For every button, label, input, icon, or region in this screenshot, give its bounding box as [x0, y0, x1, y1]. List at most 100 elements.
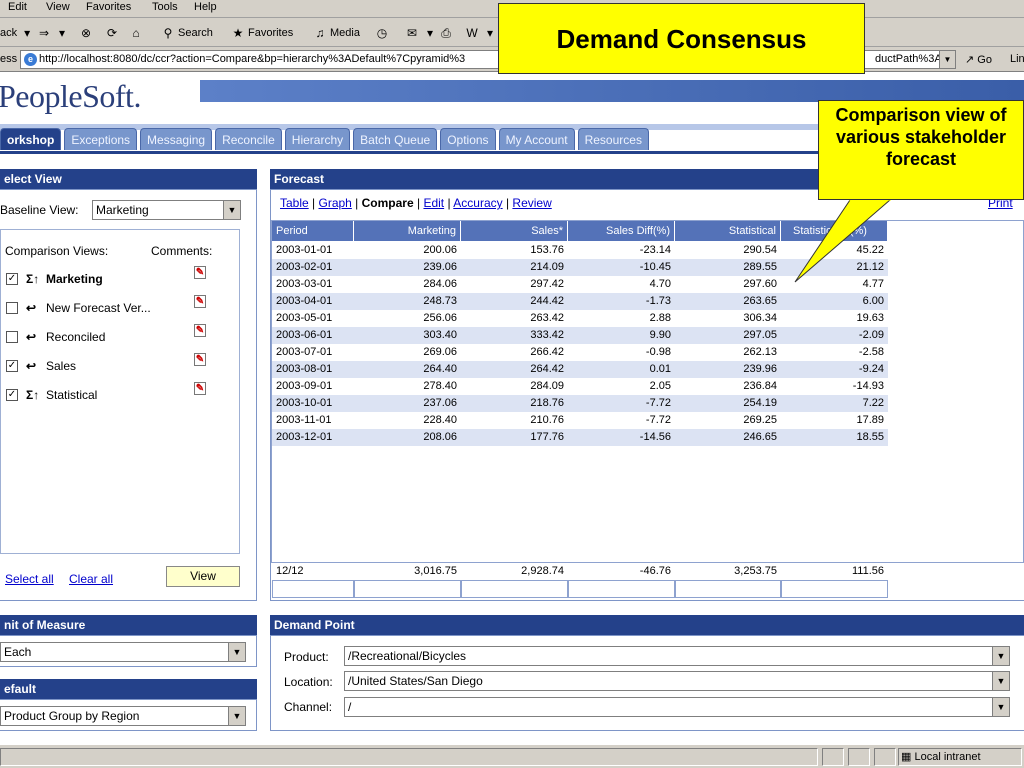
menu-edit[interactable]: Edit: [8, 1, 27, 13]
favorites-button[interactable]: ★ Favorites: [230, 25, 294, 41]
mail-button[interactable]: ✉ ▾: [404, 25, 438, 41]
links-button[interactable]: Lin: [1010, 53, 1024, 65]
tab-exceptions[interactable]: Exceptions: [64, 128, 138, 150]
status-seg: [848, 748, 870, 766]
comment-icon[interactable]: ✎: [194, 324, 206, 337]
channel-select[interactable]: / ▼: [344, 697, 1010, 717]
tab-reconcile[interactable]: Reconcile: [215, 128, 282, 150]
checkbox[interactable]: ✓: [6, 360, 18, 372]
accuracy-link[interactable]: Accuracy: [453, 196, 502, 210]
view-button[interactable]: View: [166, 566, 240, 587]
comparison-view-item[interactable]: ↩ New Forecast Ver...: [6, 299, 151, 317]
comparison-view-item[interactable]: ✓ Σ↑ Marketing: [6, 270, 103, 288]
table-link[interactable]: Table: [280, 196, 309, 210]
comparison-view-item[interactable]: ✓ ↩ Sales: [6, 357, 76, 375]
refresh-button[interactable]: ⟳: [104, 25, 120, 41]
comment-icon[interactable]: ✎: [194, 266, 206, 279]
input-cell[interactable]: [461, 580, 568, 598]
home-icon: ⌂: [132, 26, 140, 40]
cell-statistical: 254.19: [743, 397, 777, 409]
cell-sales-diff: -7.72: [645, 414, 671, 426]
menu-favorites[interactable]: Favorites: [86, 1, 131, 13]
tab-hierarchy[interactable]: Hierarchy: [284, 128, 351, 150]
tab-resources[interactable]: Resources: [577, 128, 649, 150]
comparison-view-label: Marketing: [46, 272, 103, 286]
table-row: 2003-04-01 248.73 244.42 -1.73 263.65 6.00: [272, 293, 888, 310]
search-button[interactable]: ⚲ Search: [160, 25, 213, 41]
cell-sales-diff: -0.98: [645, 346, 671, 358]
cell-sales-diff: 9.90: [649, 329, 671, 341]
browser-statusbar: ▦ Local intranet: [0, 744, 1024, 768]
checkbox[interactable]: ✓: [6, 273, 18, 285]
comparison-view-item[interactable]: ✓ Σ↑ Statistical: [6, 386, 97, 404]
view-type-icon: ↩: [26, 359, 37, 373]
default-header: efault: [0, 679, 257, 699]
input-cell[interactable]: [568, 580, 675, 598]
chevron-down-icon[interactable]: ▼: [939, 51, 955, 68]
input-cell[interactable]: [272, 580, 354, 598]
tab-options[interactable]: Options: [440, 128, 496, 150]
stop-button[interactable]: ⊗: [78, 25, 94, 41]
baseline-view-label: Baseline View:: [0, 203, 79, 217]
input-cell[interactable]: [781, 580, 888, 598]
col-period[interactable]: Period: [272, 221, 354, 241]
chevron-down-icon: ▼: [992, 698, 1009, 716]
input-cell[interactable]: [675, 580, 781, 598]
edit-link[interactable]: Edit: [423, 196, 444, 210]
col-sales-diff[interactable]: Sales Diff(%): [568, 221, 675, 241]
col-sales[interactable]: Sales*: [461, 221, 568, 241]
tab-batch-queue[interactable]: Batch Queue: [353, 128, 438, 150]
cell-sales: 153.76: [530, 244, 564, 256]
cell-sales: 333.42: [530, 329, 564, 341]
tab-workshop[interactable]: orkshop: [0, 128, 62, 150]
cell-sales-diff: 0.01: [649, 363, 671, 375]
select-all-link[interactable]: Select all: [5, 572, 54, 586]
product-select[interactable]: /Recreational/Bicycles ▼: [344, 646, 1010, 666]
menu-view[interactable]: View: [46, 1, 70, 13]
media-button[interactable]: ♫ Media: [312, 25, 360, 41]
comment-icon[interactable]: ✎: [194, 382, 206, 395]
cell-sales-diff: 2.05: [649, 380, 671, 392]
menu-help[interactable]: Help: [194, 1, 217, 13]
cell-marketing: 248.73: [423, 295, 457, 307]
unit-of-measure-select[interactable]: Each ▼: [0, 642, 246, 662]
review-link[interactable]: Review: [512, 196, 551, 210]
comment-icon[interactable]: ✎: [194, 353, 206, 366]
comparison-note-callout: Comparison view of various stakeholder f…: [818, 100, 1024, 200]
cell-statistical-diff: -9.24: [858, 363, 884, 375]
table-row: 2003-08-01 264.40 264.42 0.01 239.96 -9.24: [272, 361, 888, 378]
checkbox[interactable]: [6, 331, 18, 343]
view-type-icon: ↩: [26, 301, 37, 315]
col-marketing[interactable]: Marketing: [354, 221, 461, 241]
baseline-view-select[interactable]: Marketing ▼: [92, 200, 241, 220]
history-icon: ◷: [376, 26, 388, 40]
search-icon: ⚲: [163, 26, 173, 40]
checkbox[interactable]: ✓: [6, 389, 18, 401]
comparison-view-item[interactable]: ↩ Reconciled: [6, 328, 105, 346]
graph-link[interactable]: Graph: [318, 196, 351, 210]
chevron-down-icon: ▼: [992, 672, 1009, 690]
forward-button[interactable]: ⇒ ▾: [36, 25, 70, 41]
cell-period: 2003-11-01: [276, 414, 332, 426]
tab-messaging[interactable]: Messaging: [140, 128, 213, 150]
back-button[interactable]: ack ▾: [0, 25, 35, 41]
word-button[interactable]: W ▾: [464, 25, 498, 41]
checkbox[interactable]: [6, 302, 18, 314]
print-button[interactable]: ⎙: [438, 25, 454, 41]
select-view-header: elect View: [0, 169, 257, 189]
input-cell[interactable]: [354, 580, 461, 598]
history-button[interactable]: ◷: [374, 25, 390, 41]
clear-all-link[interactable]: Clear all: [69, 572, 113, 586]
home-button[interactable]: ⌂: [128, 25, 144, 41]
default-select[interactable]: Product Group by Region ▼: [0, 706, 246, 726]
cell-statistical: 263.65: [743, 295, 777, 307]
col-statistical[interactable]: Statistical: [675, 221, 781, 241]
comment-icon[interactable]: ✎: [194, 295, 206, 308]
go-button[interactable]: ↗ Go: [965, 53, 992, 66]
cell-sales-diff: -23.14: [639, 244, 671, 256]
location-select[interactable]: /United States/San Diego ▼: [344, 671, 1010, 691]
menu-tools[interactable]: Tools: [152, 1, 178, 13]
tab-my-account[interactable]: My Account: [498, 128, 575, 150]
cell-marketing: 284.06: [423, 278, 457, 290]
ie-page-icon: e: [24, 53, 37, 66]
